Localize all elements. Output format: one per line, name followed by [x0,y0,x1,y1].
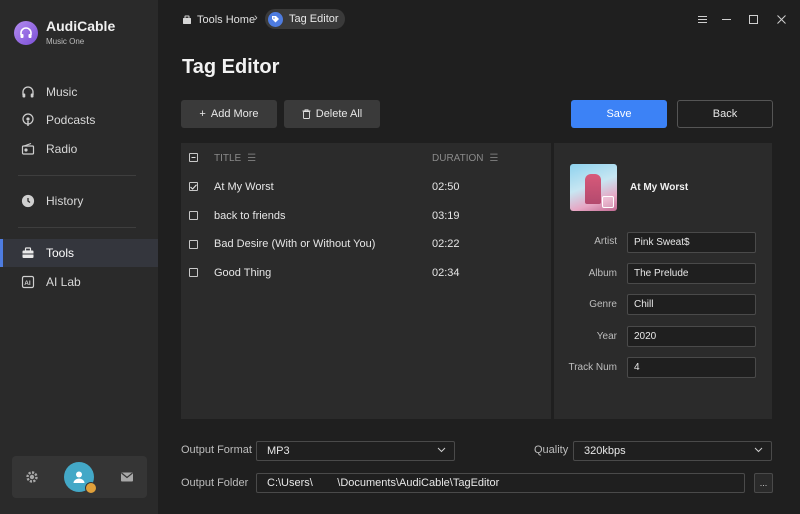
sort-icon: ☰ [247,153,257,164]
sidebar-item-music[interactable]: Music [0,78,158,106]
quality-value: 320kbps [584,445,626,457]
minimize-icon[interactable] [718,11,734,27]
album-label: Album [588,268,617,279]
output-folder-label: Output Folder [181,477,249,489]
chevron-down-icon [754,445,763,457]
track-num-label: Track Num [568,362,617,373]
app-name: AudiCable [46,18,116,34]
gear-icon[interactable] [25,470,39,484]
output-folder-field[interactable] [256,473,745,493]
genre-field[interactable] [627,294,756,315]
row-checkbox[interactable] [189,240,198,249]
quality-label: Quality [534,444,569,456]
close-icon[interactable] [773,11,789,27]
back-button[interactable]: Back [677,100,773,128]
add-more-button[interactable]: + Add More [181,100,277,128]
trash-icon [302,109,311,119]
app-logo: AudiCable Music One [14,18,115,48]
sidebar-item-label: AI Lab [46,275,81,289]
select-all-checkbox[interactable] [189,153,198,162]
row-title: back to friends [214,210,286,222]
year-label: Year [596,331,617,342]
genre-label: Genre [589,299,617,310]
menu-icon[interactable] [694,11,710,27]
sort-icon: ☰ [489,153,499,164]
output-format-label: Output Format [181,444,252,456]
row-duration: 02:34 [432,267,460,279]
output-format-select[interactable]: MP3 [256,441,455,461]
sidebar-item-label: Music [46,85,78,99]
sidebar-item-ai-lab[interactable]: AI AI Lab [0,268,158,296]
artist-field[interactable] [627,232,756,253]
sidebar-item-label: Radio [46,142,78,156]
row-checkbox-checked[interactable] [189,182,198,191]
podcast-icon [20,112,36,128]
breadcrumb-home-label: Tools Home [197,14,256,26]
row-duration: 02:50 [432,181,460,193]
delete-all-button[interactable]: Delete All [284,100,380,128]
add-more-label: Add More [210,108,259,120]
column-title-label: TITLE [214,153,242,164]
home-icon [182,15,192,25]
row-checkbox[interactable] [189,268,198,277]
edit-cover-icon[interactable] [602,196,614,208]
headphones-icon [20,84,36,100]
sidebar-item-podcasts[interactable]: Podcasts [0,106,158,134]
breadcrumb-tools-home[interactable]: Tools Home [182,11,255,29]
column-header-duration[interactable]: DURATION ☰ [432,153,498,164]
sidebar-item-label: Podcasts [46,113,96,127]
row-title: Bad Desire (With or Without You) [214,238,376,250]
clock-icon [20,193,36,209]
mail-icon[interactable] [120,471,134,483]
artist-label: Artist [594,236,617,247]
sidebar: AudiCable Music One Music Podcasts Radio… [0,0,158,514]
radio-icon [20,141,36,157]
album-field[interactable] [627,263,756,284]
svg-text:AI: AI [24,280,31,287]
browse-folder-button[interactable]: ... [754,473,773,493]
premium-badge-icon [85,482,98,494]
sidebar-item-tools[interactable]: Tools [0,239,158,267]
row-title: At My Worst [214,181,274,193]
row-title: Good Thing [214,267,272,279]
sidebar-item-label: History [46,194,84,208]
breadcrumb-separator-icon: › [254,12,258,24]
maximize-icon[interactable] [745,11,761,27]
cover-artwork [585,174,601,204]
delete-all-label: Delete All [315,108,363,120]
ai-lab-icon: AI [20,274,36,290]
sidebar-item-history[interactable]: History [0,187,158,215]
album-cover[interactable] [570,164,617,211]
row-checkbox[interactable] [189,211,198,220]
sidebar-bottom-bar [12,456,147,498]
app-subtitle: Music One [46,37,85,46]
user-avatar[interactable] [64,462,98,494]
year-field[interactable] [627,326,756,347]
breadcrumb-current-label: Tag Editor [289,13,339,25]
headphones-logo-icon [14,21,38,45]
page-title: Tag Editor [182,56,280,78]
save-button[interactable]: Save [571,100,667,128]
plus-icon: + [199,108,206,120]
tag-icon [268,11,283,27]
column-header-title[interactable]: TITLE ☰ [214,153,256,164]
toolbox-icon [20,245,36,261]
song-title: At My Worst [630,182,689,193]
sidebar-item-label: Tools [46,246,75,260]
track-num-field[interactable] [627,357,756,378]
sidebar-item-radio[interactable]: Radio [0,135,158,163]
quality-select[interactable]: 320kbps [573,441,772,461]
row-duration: 02:22 [432,238,460,250]
sidebar-divider [18,227,136,228]
sidebar-divider [18,175,136,176]
chevron-down-icon [437,445,446,457]
column-duration-label: DURATION [432,153,484,164]
output-format-value: MP3 [267,445,290,457]
row-duration: 03:19 [432,210,460,222]
breadcrumb-current: Tag Editor [265,9,345,29]
